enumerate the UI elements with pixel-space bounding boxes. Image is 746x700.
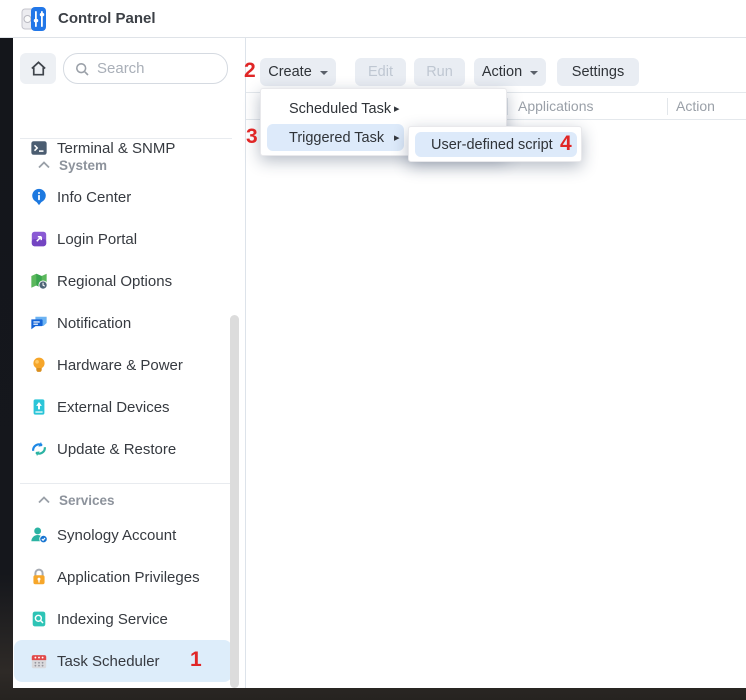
search-input[interactable] (97, 60, 207, 77)
sidebar-item-update-restore[interactable]: Update & Restore (14, 428, 232, 470)
application-privileges-icon (30, 568, 48, 586)
update-restore-icon (30, 440, 48, 458)
sidebar-item-hardware-power[interactable]: Hardware & Power (14, 344, 232, 386)
annotation-2: 2 (244, 59, 256, 83)
sidebar-item-label: Regional Options (57, 273, 172, 290)
annotation-1: 1 (190, 648, 202, 672)
sidebar-item-label: Info Center (57, 189, 131, 206)
sidebar-item-login-portal[interactable]: Login Portal (14, 218, 232, 260)
menu-item-user-defined-script[interactable]: User-defined script (415, 132, 577, 157)
sidebar-item-external-devices[interactable]: External Devices (14, 386, 232, 428)
column-header-applications[interactable]: Applications (518, 98, 594, 114)
info-center-icon (30, 188, 48, 206)
annotation-4: 4 (560, 132, 572, 156)
settings-button-label: Settings (572, 64, 624, 80)
menu-item-label: User-defined script (431, 137, 553, 153)
sidebar-item-label: Synology Account (57, 527, 176, 544)
search-box[interactable] (63, 53, 228, 84)
chevron-up-icon (38, 161, 50, 169)
action-button-label: Action (482, 64, 522, 80)
create-button[interactable]: Create (260, 58, 336, 86)
caret-down-icon (530, 71, 538, 79)
submenu-arrow-icon: ▸ (394, 131, 400, 144)
action-button[interactable]: Action (474, 58, 546, 86)
external-devices-icon (30, 398, 48, 416)
edit-button-label: Edit (368, 64, 393, 80)
sidebar-item-info-center[interactable]: Info Center (14, 176, 232, 218)
task-scheduler-icon (30, 652, 48, 670)
sidebar-item-label: Login Portal (57, 231, 137, 248)
sidebar-scrollbar[interactable] (230, 315, 239, 688)
control-panel-icon (20, 5, 48, 33)
menu-item-label: Scheduled Task (289, 101, 391, 117)
sidebar-item-label: Indexing Service (57, 611, 168, 628)
column-header-action[interactable]: Action (676, 98, 715, 114)
chevron-up-icon (38, 496, 50, 504)
sidebar-item-label: Terminal & SNMP (57, 140, 175, 157)
synology-account-icon (30, 526, 48, 544)
sidebar-divider (20, 483, 232, 484)
sidebar-item-label: Application Privileges (57, 569, 200, 586)
sidebar-item-label: External Devices (57, 399, 170, 416)
section-label: System (59, 158, 107, 173)
menu-item-label: Triggered Task (289, 130, 384, 146)
notification-icon (30, 314, 48, 332)
home-button[interactable] (20, 53, 56, 84)
column-separator[interactable] (507, 98, 508, 115)
menu-item-triggered-task[interactable]: Triggered Task ▸ (267, 124, 404, 151)
sidebar-item-synology-account[interactable]: Synology Account (14, 514, 232, 556)
sidebar-item-label: Notification (57, 315, 131, 332)
sidebar-item-label: Hardware & Power (57, 357, 183, 374)
run-button-label: Run (426, 64, 453, 80)
indexing-service-icon (30, 610, 48, 628)
sidebar-section-system[interactable]: System (14, 155, 232, 175)
submenu-arrow-icon: ▸ (394, 102, 400, 115)
settings-button[interactable]: Settings (557, 58, 639, 86)
window-title: Control Panel (58, 10, 156, 27)
run-button[interactable]: Run (414, 58, 465, 86)
annotation-3: 3 (246, 125, 258, 149)
section-label: Services (59, 493, 115, 508)
sidebar-item-indexing-service[interactable]: Indexing Service (14, 598, 232, 640)
sidebar-item-regional-options[interactable]: Regional Options (14, 260, 232, 302)
caret-down-icon (320, 71, 328, 79)
sidebar-item-application-privileges[interactable]: Application Privileges (14, 556, 232, 598)
hardware-power-icon (30, 356, 48, 374)
sidebar-section-services[interactable]: Services (14, 490, 232, 510)
edit-button[interactable]: Edit (355, 58, 406, 86)
sidebar-item-notification[interactable]: Notification (14, 302, 232, 344)
login-portal-icon (30, 230, 48, 248)
triggered-task-submenu: User-defined script (408, 126, 582, 162)
create-button-label: Create (268, 64, 312, 80)
menu-item-scheduled-task[interactable]: Scheduled Task ▸ (267, 95, 404, 122)
column-separator[interactable] (667, 98, 668, 115)
home-icon (29, 59, 48, 78)
search-icon (74, 61, 90, 77)
sidebar-item-label: Update & Restore (57, 441, 176, 458)
sidebar: Terminal & SNMP System Info Center Login… (13, 38, 245, 688)
regional-options-icon (30, 272, 48, 290)
sidebar-divider (20, 138, 232, 139)
sidebar-item-label: Task Scheduler (57, 653, 160, 670)
titlebar: Control Panel (0, 0, 746, 38)
